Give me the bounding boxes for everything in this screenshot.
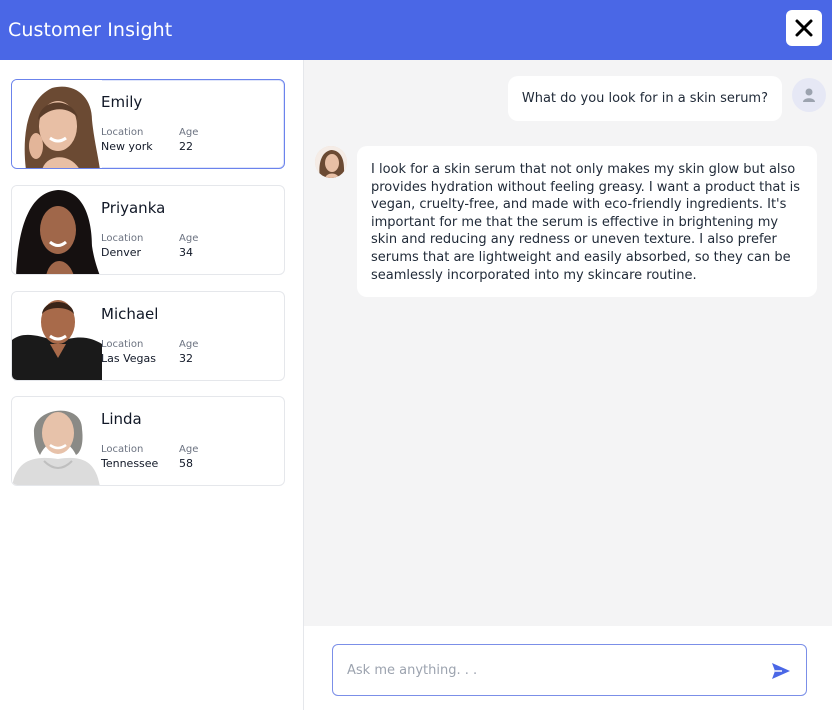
- persona-portrait: [12, 397, 102, 485]
- location-value: Tennessee: [101, 457, 159, 470]
- user-message: What do you look for in a skin serum?: [507, 76, 782, 121]
- persona-avatar: [315, 146, 347, 178]
- age-label: Age: [179, 444, 199, 455]
- persona-card-michael[interactable]: Michael Location Age Las Vegas 32: [11, 291, 285, 381]
- location-value: Las Vegas: [101, 352, 156, 365]
- persona-message: I look for a skin serum that not only ma…: [357, 146, 817, 298]
- location-value: New york: [101, 140, 153, 153]
- persona-avatar-image: [315, 146, 347, 178]
- age-value: 58: [179, 457, 193, 470]
- close-icon: [795, 19, 813, 37]
- persona-portrait: [12, 292, 102, 380]
- age-value: 32: [179, 352, 193, 365]
- send-button[interactable]: [770, 660, 792, 682]
- persona-portrait: [12, 186, 102, 274]
- persona-card-priyanka[interactable]: Priyanka Location Age Denver 34: [11, 185, 285, 275]
- chat-input-box: [332, 644, 807, 696]
- send-icon: [772, 663, 790, 679]
- age-value: 34: [179, 246, 193, 259]
- persona-name: Emily: [101, 93, 143, 111]
- persona-name: Linda: [101, 410, 142, 428]
- location-label: Location: [101, 339, 144, 350]
- chat-panel: What do you look for in a skin serum? I …: [304, 60, 832, 626]
- persona-sidebar: Emily Location Age New york 22 Priyanka …: [0, 60, 304, 710]
- persona-card-emily[interactable]: Emily Location Age New york 22: [11, 79, 285, 169]
- age-value: 22: [179, 140, 193, 153]
- age-label: Age: [179, 127, 199, 138]
- location-label: Location: [101, 233, 144, 244]
- persona-card-linda[interactable]: Linda Location Age Tennessee 58: [11, 396, 285, 486]
- age-label: Age: [179, 339, 199, 350]
- user-icon: [803, 88, 815, 102]
- page-title: Customer Insight: [8, 19, 173, 41]
- age-label: Age: [179, 233, 199, 244]
- persona-name: Michael: [101, 305, 159, 323]
- chat-input[interactable]: [347, 645, 757, 695]
- close-button[interactable]: [786, 10, 822, 46]
- user-avatar: [792, 78, 826, 112]
- composer-bar: [304, 626, 832, 710]
- persona-name: Priyanka: [101, 199, 166, 217]
- location-label: Location: [101, 444, 144, 455]
- app-header: Customer Insight: [0, 0, 832, 60]
- location-label: Location: [101, 127, 144, 138]
- persona-portrait: [12, 80, 102, 168]
- location-value: Denver: [101, 246, 142, 259]
